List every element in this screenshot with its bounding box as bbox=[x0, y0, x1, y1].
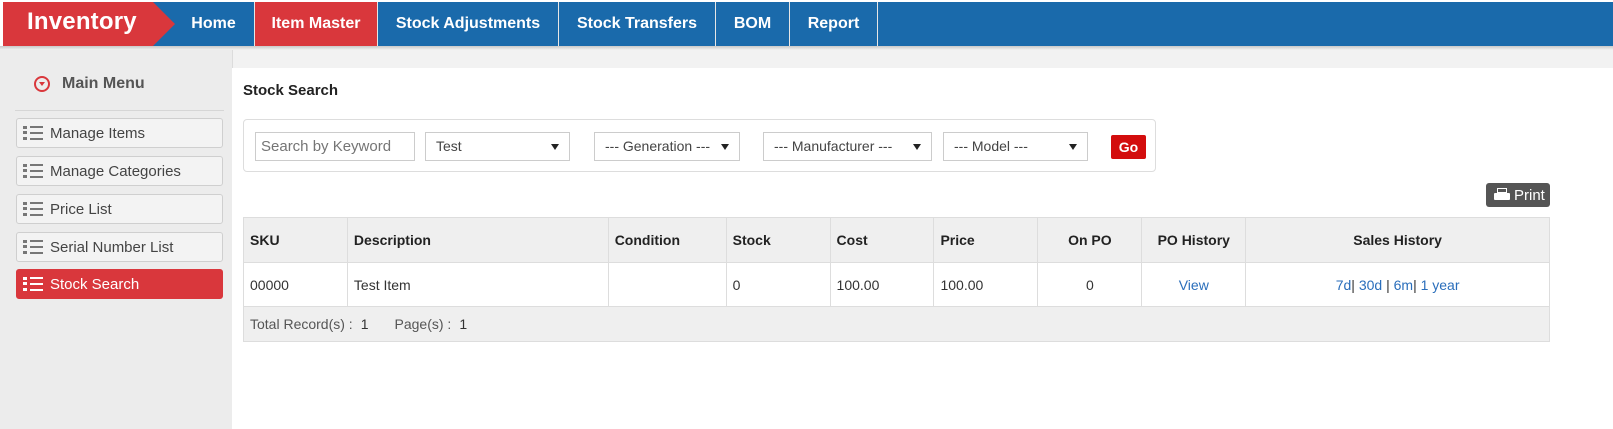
sidebar-item-manage-items[interactable]: Manage Items bbox=[16, 118, 223, 148]
sidebar-item-serial-number-list[interactable]: Serial Number List bbox=[16, 232, 223, 262]
caret-down-icon bbox=[1069, 144, 1077, 150]
category-select[interactable]: Test bbox=[425, 132, 570, 161]
sidebar-item-manage-categories[interactable]: Manage Categories bbox=[16, 156, 223, 186]
caret-down-icon bbox=[721, 144, 729, 150]
total-records-value: 1 bbox=[360, 316, 369, 332]
cell-condition bbox=[607, 262, 727, 307]
print-label: Print bbox=[1514, 186, 1545, 204]
sales-history-1-year-link[interactable]: 1 year bbox=[1421, 277, 1460, 293]
po-history-view-link[interactable]: View bbox=[1179, 277, 1209, 293]
cell-sku: 00000 bbox=[243, 262, 348, 307]
list-icon bbox=[23, 126, 43, 140]
list-icon bbox=[23, 240, 43, 254]
nav-item-bom[interactable]: BOM bbox=[716, 2, 790, 46]
sidebar-item-label: Manage Items bbox=[50, 124, 146, 142]
sidebar-item-label: Price List bbox=[50, 200, 112, 218]
sales-history-6m-link[interactable]: 6m bbox=[1394, 277, 1413, 293]
generation-select[interactable]: --- Generation --- bbox=[594, 132, 740, 161]
pages-label: Page(s) : bbox=[394, 316, 452, 332]
table-header-row: SKU Description Condition Stock Cost Pri… bbox=[243, 217, 1550, 263]
brand-label: Inventory bbox=[27, 8, 137, 35]
model-select-value: --- Model --- bbox=[954, 138, 1028, 154]
main-menu-header[interactable]: Main Menu bbox=[34, 72, 145, 96]
column-header-cost[interactable]: Cost bbox=[829, 217, 935, 263]
list-icon bbox=[23, 277, 43, 291]
page-title: Stock Search bbox=[243, 82, 339, 99]
cell-description: Test Item bbox=[346, 262, 609, 307]
nav-item-report[interactable]: Report bbox=[790, 2, 878, 46]
search-input[interactable] bbox=[255, 132, 415, 161]
printer-icon bbox=[1494, 188, 1510, 202]
cell-stock: 0 bbox=[725, 262, 831, 307]
go-button[interactable]: Go bbox=[1111, 135, 1146, 159]
nav-item-stock-adjustments[interactable]: Stock Adjustments bbox=[378, 2, 559, 46]
navbar-shadow bbox=[0, 46, 1613, 50]
sidebar-item-label: Manage Categories bbox=[50, 162, 181, 180]
sidebar: Main Menu Manage Items Manage Categories… bbox=[0, 50, 233, 429]
sales-history-7d-link[interactable]: 7d bbox=[1336, 277, 1352, 293]
table-footer-row: Total Record(s) : 1 Page(s) : 1 bbox=[243, 306, 1550, 342]
caret-down-icon bbox=[551, 144, 559, 150]
nav-item-home[interactable]: Home bbox=[173, 2, 255, 46]
cell-cost: 100.00 bbox=[829, 262, 935, 307]
cell-po-history: View bbox=[1141, 262, 1247, 307]
sidebar-item-stock-search[interactable]: Stock Search bbox=[16, 269, 223, 299]
generation-select-value: --- Generation --- bbox=[605, 138, 711, 154]
column-header-description[interactable]: Description bbox=[346, 217, 609, 263]
model-select[interactable]: --- Model --- bbox=[943, 132, 1088, 161]
stock-table: SKU Description Condition Stock Cost Pri… bbox=[243, 217, 1550, 342]
menu-divider bbox=[15, 110, 224, 111]
total-records-label: Total Record(s) : bbox=[250, 316, 353, 332]
column-header-stock[interactable]: Stock bbox=[725, 217, 831, 263]
sidebar-item-label: Stock Search bbox=[50, 275, 140, 293]
cell-on-po: 0 bbox=[1037, 262, 1143, 307]
main-panel: Stock Search Test --- Generation --- ---… bbox=[232, 68, 1613, 429]
main-menu-label: Main Menu bbox=[62, 75, 145, 92]
caret-down-icon bbox=[913, 144, 921, 150]
nav-item-stock-transfers[interactable]: Stock Transfers bbox=[559, 2, 716, 46]
sidebar-item-price-list[interactable]: Price List bbox=[16, 194, 223, 224]
category-select-value: Test bbox=[436, 138, 462, 154]
column-header-price[interactable]: Price bbox=[933, 217, 1039, 263]
column-header-sales-history[interactable]: Sales History bbox=[1245, 217, 1550, 263]
cell-price: 100.00 bbox=[933, 262, 1039, 307]
separator: | bbox=[1382, 276, 1394, 293]
column-header-po-history[interactable]: PO History bbox=[1141, 217, 1247, 263]
separator: | bbox=[1413, 276, 1421, 293]
chevron-down-circle-icon bbox=[34, 76, 50, 92]
list-icon bbox=[23, 164, 43, 178]
nav-item-item-master[interactable]: Item Master bbox=[255, 2, 378, 46]
filter-panel: Test --- Generation --- --- Manufacturer… bbox=[243, 119, 1156, 172]
column-header-sku[interactable]: SKU bbox=[243, 217, 348, 263]
column-header-on-po[interactable]: On PO bbox=[1037, 217, 1143, 263]
print-button[interactable]: Print bbox=[1486, 183, 1550, 207]
manufacturer-select[interactable]: --- Manufacturer --- bbox=[763, 132, 932, 161]
column-header-condition[interactable]: Condition bbox=[607, 217, 727, 263]
pages-value: 1 bbox=[459, 316, 468, 332]
manufacturer-select-value: --- Manufacturer --- bbox=[774, 138, 893, 154]
table-footer: Total Record(s) : 1 Page(s) : 1 bbox=[243, 306, 1550, 342]
separator: | bbox=[1351, 276, 1359, 293]
table-row: 00000 Test Item 0 100.00 100.00 0 View 7… bbox=[243, 262, 1550, 307]
sidebar-item-label: Serial Number List bbox=[50, 238, 174, 256]
sales-history-30d-link[interactable]: 30d bbox=[1359, 277, 1382, 293]
brand-logo[interactable]: Inventory bbox=[3, 2, 175, 46]
top-navbar: Inventory Home Item Master Stock Adjustm… bbox=[0, 0, 1613, 50]
list-icon bbox=[23, 202, 43, 216]
cell-sales-history: 7d| 30d | 6m| 1 year bbox=[1245, 262, 1550, 307]
